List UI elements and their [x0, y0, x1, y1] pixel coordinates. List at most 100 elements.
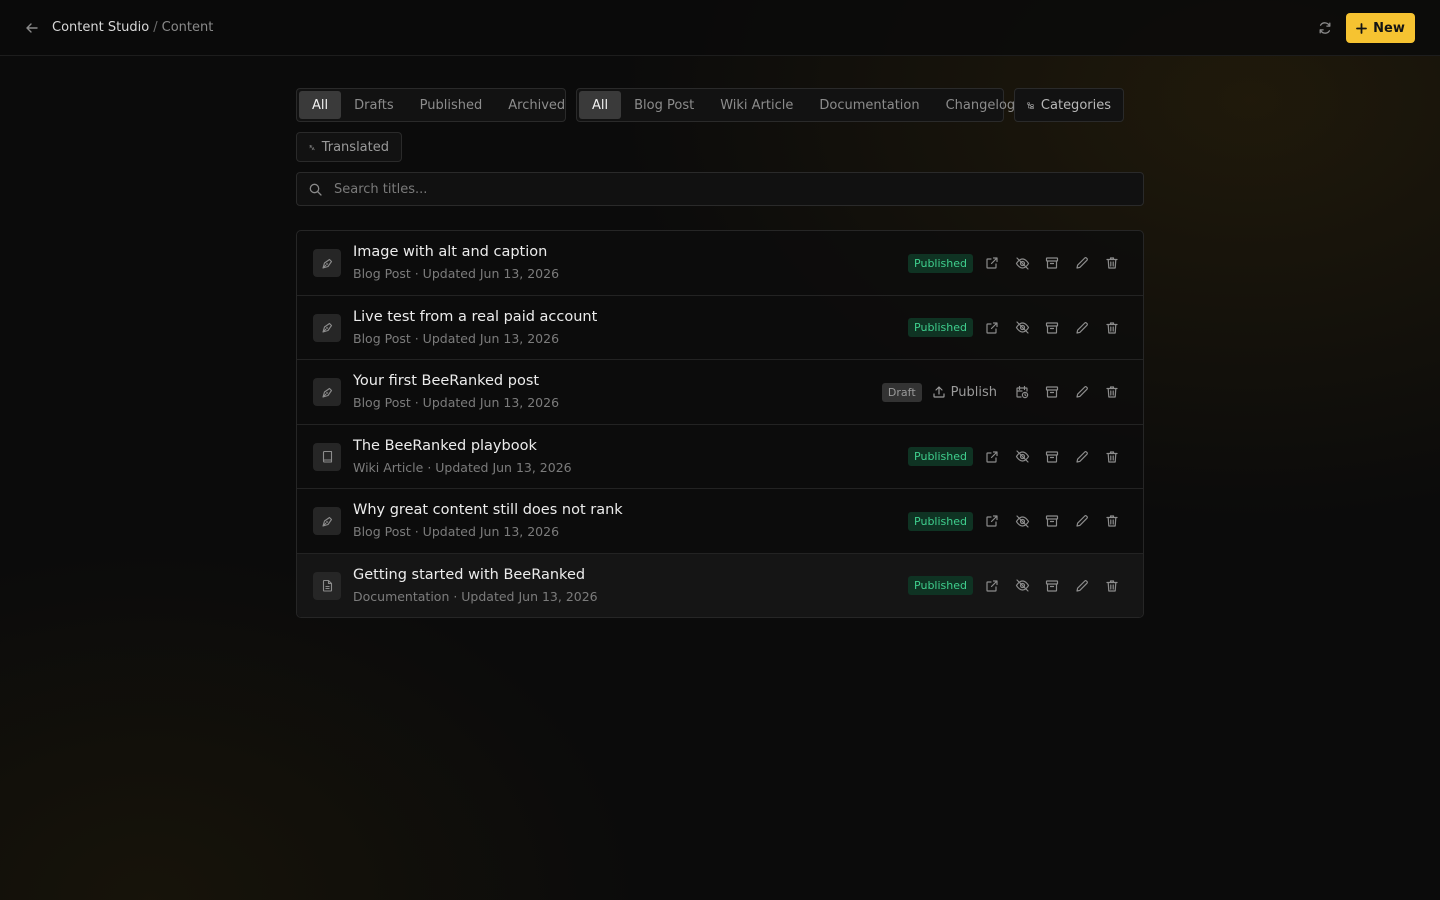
pencil-icon [1076, 579, 1088, 592]
item-title: Why great content still does not rank [353, 502, 623, 518]
unpublish-button[interactable] [1007, 571, 1037, 601]
unpublish-button[interactable] [1007, 442, 1037, 472]
pen-nib-icon [321, 387, 332, 398]
type-icon [313, 249, 341, 277]
type-filter-wiki-article[interactable]: Wiki Article [707, 91, 806, 119]
edit-button[interactable] [1067, 313, 1097, 343]
status-filter-published[interactable]: Published [407, 91, 496, 119]
publish-label: Publish [950, 384, 997, 400]
open-external-button[interactable] [977, 442, 1007, 472]
item-actions: Published [908, 489, 1127, 553]
external-link-icon [986, 257, 998, 269]
open-external-button[interactable] [977, 571, 1007, 601]
breadcrumb: Content Studio / Content [52, 19, 213, 37]
new-button[interactable]: New [1346, 13, 1415, 43]
open-external-button[interactable] [977, 506, 1007, 536]
delete-button[interactable] [1097, 506, 1127, 536]
type-filter: All Blog Post Wiki Article Documentation… [576, 88, 1015, 122]
translated-toggle[interactable]: Translated [296, 132, 402, 162]
status-filter-archived[interactable]: Archived [495, 91, 578, 119]
publish-button[interactable]: Publish [932, 385, 997, 400]
archive-icon [1045, 450, 1059, 463]
list-item[interactable]: Your first BeeRanked post Blog Post · Up… [297, 360, 1143, 425]
delete-button[interactable] [1097, 571, 1127, 601]
pen-nib-icon [321, 258, 332, 269]
pencil-icon [1076, 321, 1088, 334]
calendar-clock-icon [1016, 385, 1029, 399]
item-actions: Published [908, 425, 1127, 489]
archive-button[interactable] [1037, 442, 1067, 472]
type-filter-all[interactable]: All [579, 91, 622, 119]
item-title: The BeeRanked playbook [353, 437, 537, 454]
list-item[interactable]: Image with alt and caption Blog Post · U… [297, 231, 1143, 296]
categories-label: Categories [1040, 97, 1111, 113]
content-list: Image with alt and caption Blog Post · U… [296, 230, 1144, 618]
item-title: Your first BeeRanked post [353, 373, 540, 389]
delete-button[interactable] [1097, 313, 1127, 343]
external-link-icon [986, 450, 998, 463]
arrow-left-icon [26, 23, 38, 33]
eye-off-icon [1015, 256, 1029, 270]
back-button[interactable] [20, 16, 44, 40]
type-filter-documentation[interactable]: Documentation [806, 91, 932, 119]
edit-button[interactable] [1067, 442, 1097, 472]
edit-button[interactable] [1067, 571, 1097, 601]
pencil-icon [1076, 450, 1088, 463]
edit-button[interactable] [1067, 506, 1097, 536]
archive-button[interactable] [1037, 506, 1067, 536]
type-icon [313, 442, 341, 471]
status-filter-drafts[interactable]: Drafts [341, 91, 407, 119]
archive-button[interactable] [1037, 248, 1067, 278]
item-title: Live test from a real paid account [353, 308, 598, 325]
unpublish-button[interactable] [1007, 506, 1037, 536]
translated-label: Translated [321, 139, 389, 155]
list-item[interactable]: Live test from a real paid account Blog … [297, 296, 1143, 360]
open-external-button[interactable] [977, 248, 1007, 278]
archive-button[interactable] [1037, 571, 1067, 601]
list-item[interactable]: The BeeRanked playbook Wiki Article · Up… [297, 425, 1143, 489]
unpublish-button[interactable] [1007, 313, 1037, 343]
archive-icon [1045, 257, 1059, 269]
schedule-button[interactable] [1007, 377, 1037, 407]
type-icon [313, 378, 341, 406]
item-meta: Blog Post · Updated Jun 13, 2026 [353, 266, 560, 281]
pen-nib-icon [321, 322, 332, 333]
eye-off-icon [1015, 514, 1029, 528]
plus-icon [1356, 22, 1368, 34]
folder-tree-icon [1027, 102, 1034, 109]
pencil-icon [1076, 257, 1088, 269]
item-meta: Blog Post · Updated Jun 13, 2026 [353, 524, 560, 539]
list-item[interactable]: Why great content still does not rank Bl… [297, 489, 1143, 554]
top-bar: Content Studio / Content New [0, 0, 1440, 56]
archive-button[interactable] [1037, 377, 1067, 407]
status-filter-all[interactable]: All [299, 91, 342, 119]
refresh-icon [1319, 22, 1331, 34]
delete-button[interactable] [1097, 442, 1127, 472]
breadcrumb-separator: / [153, 20, 158, 35]
type-filter-blog-post[interactable]: Blog Post [621, 91, 707, 119]
status-badge: Published [908, 253, 973, 273]
archive-button[interactable] [1037, 313, 1067, 343]
archive-icon [1045, 579, 1059, 592]
upload-icon [933, 386, 945, 398]
delete-button[interactable] [1097, 248, 1127, 278]
edit-button[interactable] [1067, 248, 1097, 278]
categories-button[interactable]: Categories [1014, 88, 1124, 122]
refresh-button[interactable] [1313, 16, 1337, 40]
item-meta: Documentation · Updated Jun 13, 2026 [353, 588, 598, 604]
pencil-icon [1076, 386, 1088, 398]
status-badge: Published [908, 576, 973, 595]
delete-button[interactable] [1097, 377, 1127, 407]
item-actions: Draft Publish [881, 360, 1127, 424]
item-actions: Published [908, 231, 1127, 295]
unpublish-button[interactable] [1007, 248, 1037, 278]
edit-button[interactable] [1067, 377, 1097, 407]
open-external-button[interactable] [977, 313, 1007, 343]
item-title: Getting started with BeeRanked [353, 566, 586, 583]
pencil-icon [1076, 515, 1088, 527]
file-icon [322, 579, 332, 592]
breadcrumb-root[interactable]: Content Studio [52, 20, 149, 35]
list-item[interactable]: Getting started with BeeRanked Documenta… [297, 553, 1143, 617]
status-badge: Draft [881, 382, 922, 402]
search-input[interactable] [334, 181, 1131, 197]
